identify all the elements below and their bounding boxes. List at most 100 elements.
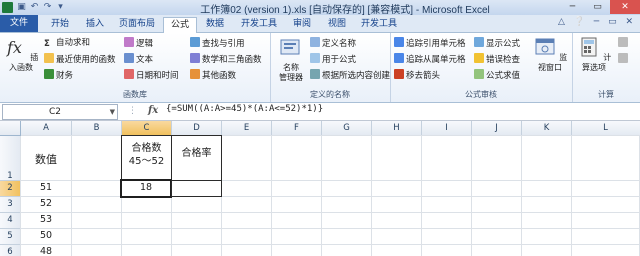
more-functions-button[interactable]: 其他函数 bbox=[190, 69, 236, 82]
gridline bbox=[21, 212, 640, 213]
row-header-2[interactable]: 2 bbox=[0, 181, 21, 197]
show-formulas-button[interactable]: 显示公式 bbox=[474, 37, 520, 50]
cell-a6[interactable]: 48 bbox=[21, 245, 72, 256]
calculate-sheet-button[interactable] bbox=[618, 53, 630, 66]
row-header-5[interactable]: 5 bbox=[0, 229, 21, 245]
remove-arrows-button[interactable]: 移去箭头 bbox=[394, 69, 440, 82]
formula-input[interactable]: {=SUM((A:A>=45)*(A:A<=52)*1)} bbox=[166, 104, 323, 118]
undo-icon[interactable]: ↶ bbox=[29, 1, 40, 13]
logical-button[interactable]: 逻辑 bbox=[124, 37, 153, 50]
group-calculation: 计算选项 计算 bbox=[572, 33, 640, 102]
tab-developer-2[interactable]: 开发工具 bbox=[356, 17, 402, 32]
formula-bar-separator: ⋮ bbox=[128, 106, 137, 116]
name-box[interactable]: C2 ▼ bbox=[2, 104, 118, 120]
col-header-l[interactable]: L bbox=[572, 121, 639, 135]
name-manager-label: 名称 管理器 bbox=[279, 63, 303, 82]
excel-window: ▣ ↶ ↷ ▾ 工作簿02 (version 1).xls [自动保存的] [兼… bbox=[0, 0, 640, 256]
calculation-options-button[interactable]: 计算选项 bbox=[574, 36, 614, 73]
svg-text:fx: fx bbox=[6, 38, 22, 57]
save-icon[interactable]: ▣ bbox=[16, 1, 27, 13]
text-button[interactable]: 文本 bbox=[124, 53, 153, 66]
cell-c1[interactable]: 合格数 45～52 bbox=[121, 135, 172, 181]
cell-a4[interactable]: 53 bbox=[21, 213, 72, 229]
use-in-formula-icon bbox=[310, 53, 320, 63]
col-header-d[interactable]: D bbox=[172, 121, 222, 135]
cell-a1[interactable]: 数值 bbox=[21, 136, 72, 181]
cell-a2[interactable]: 51 bbox=[21, 181, 72, 197]
calculate-now-button[interactable] bbox=[618, 37, 630, 50]
ribbon-tab-bar: 文件 开始 插入 页面布局 公式 数据 开发工具 审阅 视图 开发工具 △ ❔ … bbox=[0, 15, 640, 33]
row-header-1[interactable]: 1 bbox=[0, 136, 21, 181]
use-in-formula-button[interactable]: 用于公式 bbox=[310, 53, 356, 66]
tab-formulas[interactable]: 公式 bbox=[163, 17, 197, 33]
maximize-icon[interactable]: ▭ bbox=[585, 0, 610, 14]
create-from-selection-button[interactable]: 根据所选内容创建 bbox=[310, 69, 390, 82]
col-header-h[interactable]: H bbox=[372, 121, 422, 135]
lookup-icon bbox=[190, 37, 200, 47]
close-icon[interactable]: ✕ bbox=[610, 0, 640, 14]
col-header-i[interactable]: I bbox=[422, 121, 472, 135]
minimize-icon[interactable]: ─ bbox=[560, 0, 585, 14]
quick-access-toolbar: ▣ ↶ ↷ ▾ bbox=[16, 1, 66, 14]
fx-icon: fx bbox=[6, 38, 22, 57]
col-header-c[interactable]: C bbox=[122, 121, 172, 135]
col-header-f[interactable]: F bbox=[272, 121, 322, 135]
tab-view[interactable]: 视图 bbox=[322, 17, 352, 32]
tab-data[interactable]: 数据 bbox=[200, 17, 230, 32]
cell-a1-text: 数值 bbox=[35, 153, 57, 166]
col-header-a[interactable]: A bbox=[21, 121, 72, 135]
gridline bbox=[21, 244, 640, 245]
cell-c2[interactable]: 18 bbox=[120, 179, 172, 198]
insert-function-button[interactable]: fx 插入函数 bbox=[2, 36, 40, 73]
column-headers: A B C D E F G H I J K L bbox=[0, 121, 640, 136]
tab-home[interactable]: 开始 bbox=[44, 17, 76, 32]
cell-a3[interactable]: 52 bbox=[21, 197, 72, 213]
redo-icon[interactable]: ↷ bbox=[42, 1, 53, 13]
fx-icon[interactable]: fx bbox=[148, 105, 158, 116]
tab-insert[interactable]: 插入 bbox=[80, 17, 110, 32]
row-header-4[interactable]: 4 bbox=[0, 213, 21, 229]
ribbon-window-controls[interactable]: △ ❔ ─ ▭ ✕ bbox=[558, 17, 636, 27]
math-trig-button[interactable]: 数学和三角函数 bbox=[190, 53, 262, 66]
financial-button[interactable]: 财务 bbox=[44, 69, 73, 82]
math-icon bbox=[190, 53, 200, 63]
row-header-3[interactable]: 3 bbox=[0, 197, 21, 213]
tab-developer[interactable]: 开发工具 bbox=[236, 17, 282, 32]
col-header-k[interactable]: K bbox=[522, 121, 572, 135]
lookup-reference-button[interactable]: 查找与引用 bbox=[190, 37, 245, 50]
trace-precedents-icon bbox=[394, 37, 404, 47]
col-header-g[interactable]: G bbox=[322, 121, 372, 135]
watch-window-button[interactable]: 监视窗口 bbox=[530, 36, 570, 73]
trace-precedents-button[interactable]: 追踪引用单元格 bbox=[394, 37, 466, 50]
sigma-icon: Σ bbox=[44, 39, 50, 49]
col-header-j[interactable]: J bbox=[472, 121, 522, 135]
qat-dropdown-icon[interactable]: ▾ bbox=[55, 1, 66, 13]
tab-review[interactable]: 审阅 bbox=[287, 17, 317, 32]
name-manager-button[interactable]: 名称 管理器 bbox=[274, 36, 308, 83]
trace-dependents-button[interactable]: 追踪从属单元格 bbox=[394, 53, 466, 66]
col-header-e[interactable]: E bbox=[222, 121, 272, 135]
group-defined-names: 名称 管理器 定义名称 用于公式 根据所选内容创建 定义的名称 bbox=[270, 33, 391, 102]
date-time-button[interactable]: 日期和时间 bbox=[124, 69, 179, 82]
error-checking-button[interactable]: 错误检查 bbox=[474, 53, 520, 66]
text-icon bbox=[124, 53, 134, 63]
remove-arrows-icon bbox=[394, 69, 404, 79]
gridline bbox=[21, 135, 640, 136]
name-manager-icon bbox=[280, 39, 300, 55]
select-all-corner[interactable] bbox=[0, 121, 21, 135]
evaluate-formula-button[interactable]: 公式求值 bbox=[474, 69, 520, 82]
tab-page-layout[interactable]: 页面布局 bbox=[114, 17, 160, 32]
tab-file[interactable]: 文件 bbox=[0, 15, 38, 32]
cell-d2[interactable] bbox=[171, 180, 222, 197]
autosum-button[interactable]: Σ 自动求和 bbox=[44, 37, 90, 50]
recent-functions-button[interactable]: 最近使用的函数 bbox=[44, 53, 116, 66]
gridline bbox=[21, 196, 640, 197]
worksheet-grid[interactable]: A B C D E F G H I J K L 1 2 3 4 5 6 数值 合… bbox=[0, 121, 640, 256]
cell-a5[interactable]: 50 bbox=[21, 229, 72, 245]
cell-d1[interactable]: 合格率 bbox=[171, 135, 222, 181]
row-header-6[interactable]: 6 bbox=[0, 245, 21, 256]
name-box-dropdown-icon[interactable]: ▼ bbox=[110, 105, 115, 119]
define-name-button[interactable]: 定义名称 bbox=[310, 37, 356, 50]
col-header-b[interactable]: B bbox=[72, 121, 122, 135]
group-label-formula-auditing: 公式审核 bbox=[465, 90, 497, 99]
